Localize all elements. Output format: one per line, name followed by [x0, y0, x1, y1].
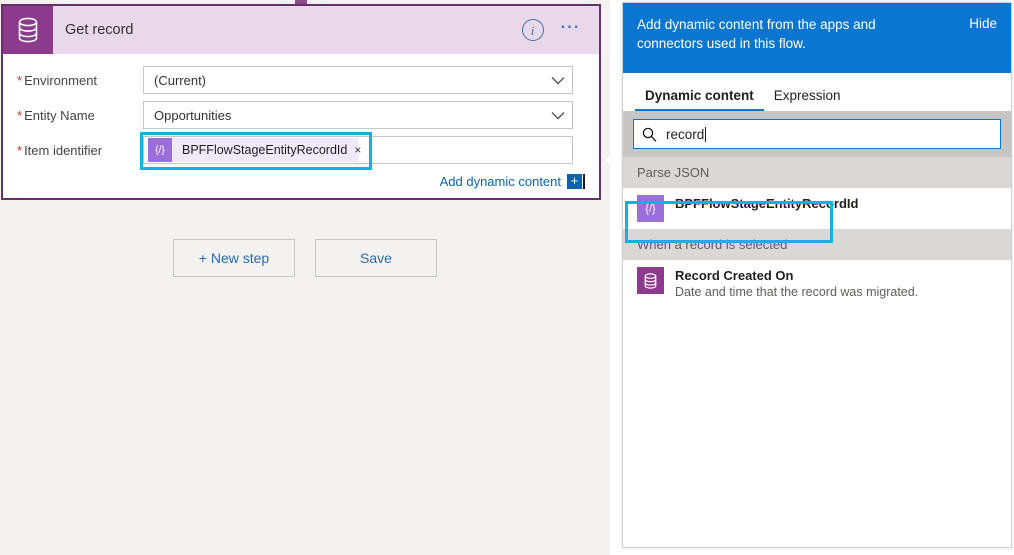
save-button[interactable]: Save [315, 239, 437, 277]
panel-pointer-arrow [606, 149, 617, 171]
info-icon[interactable]: i [522, 19, 544, 41]
panel-header-title: Add dynamic content from the apps and co… [637, 15, 907, 53]
list-item-title: BPFFlowStageEntityRecordId [675, 195, 858, 212]
field-label-text: Item identifier [24, 143, 102, 158]
list-item-body: Record Created On Date and time that the… [675, 267, 918, 301]
required-asterisk: * [17, 73, 22, 88]
add-icon[interactable]: + [567, 174, 582, 189]
panel-header: Add dynamic content from the apps and co… [623, 3, 1011, 73]
environment-dropdown[interactable]: (Current) [143, 66, 573, 94]
action-card-header[interactable]: Get record i ⋯ [3, 6, 599, 54]
add-dynamic-content-link[interactable]: Add dynamic content [440, 174, 561, 189]
environment-value: (Current) [144, 73, 544, 88]
field-label-item-identifier: *Item identifier [3, 143, 143, 158]
list-item-body: BPFFlowStageEntityRecordId [675, 195, 858, 212]
panel-tabs: Dynamic content Expression [623, 73, 1011, 111]
action-card-title: Get record [65, 22, 522, 38]
expression-icon: {/} [637, 195, 664, 222]
search-input-value: record [666, 127, 704, 142]
close-icon[interactable]: × [354, 143, 369, 157]
required-asterisk: * [17, 108, 22, 123]
list-item[interactable]: Record Created On Date and time that the… [623, 260, 1011, 308]
action-card-header-actions: i ⋯ [522, 19, 582, 41]
list-item-title: Record Created On [675, 267, 918, 284]
chevron-down-icon[interactable] [544, 76, 572, 85]
dynamic-content-token[interactable]: {/} BPFFlowStageEntityRecordId × [148, 138, 358, 162]
tab-dynamic-content[interactable]: Dynamic content [635, 88, 764, 111]
get-record-action-card[interactable]: Get record i ⋯ *Environment (Current) [1, 4, 601, 200]
field-row-item-identifier: *Item identifier {/} BPFFlowStageEntityR… [3, 133, 599, 167]
field-row-entity-name: *Entity Name Opportunities [3, 98, 599, 132]
search-input[interactable]: record [633, 119, 1001, 149]
ellipsis-icon[interactable]: ⋯ [560, 22, 582, 38]
entity-name-value: Opportunities [144, 108, 544, 123]
tab-expression[interactable]: Expression [764, 88, 851, 111]
expression-icon: {/} [148, 138, 172, 162]
entity-name-dropdown[interactable]: Opportunities [143, 101, 573, 129]
list-item[interactable]: {/} BPFFlowStageEntityRecordId [623, 188, 1011, 229]
dynamic-content-panel: Add dynamic content from the apps and co… [622, 2, 1012, 548]
field-label-entity-name: *Entity Name [3, 108, 143, 123]
chevron-down-icon[interactable] [544, 111, 572, 120]
action-card-body: *Environment (Current) *Entity Name Oppo… [3, 54, 599, 191]
hide-panel-link[interactable]: Hide [969, 15, 997, 31]
token-label: BPFFlowStageEntityRecordId [172, 143, 354, 157]
database-icon [3, 6, 53, 54]
field-row-environment: *Environment (Current) [3, 63, 599, 97]
item-identifier-input[interactable]: {/} BPFFlowStageEntityRecordId × [143, 136, 573, 164]
new-step-button[interactable]: + New step [173, 239, 295, 277]
search-icon [642, 127, 657, 142]
panel-search-area: record [623, 111, 1011, 157]
database-icon [637, 267, 664, 294]
flow-button-bar: + New step Save [0, 239, 610, 277]
list-item-subtitle: Date and time that the record was migrat… [675, 284, 918, 301]
flow-canvas: Get record i ⋯ *Environment (Current) [0, 0, 610, 555]
field-label-text: Environment [24, 73, 97, 88]
text-cursor [705, 127, 706, 142]
dynamic-content-group-header: When a record is selected [623, 229, 1011, 260]
add-dynamic-content-row: Add dynamic content + [3, 171, 599, 191]
field-label-text: Entity Name [24, 108, 95, 123]
dynamic-content-group-header: Parse JSON [623, 157, 1011, 188]
field-label-environment: *Environment [3, 73, 143, 88]
text-cursor [583, 174, 585, 189]
required-asterisk: * [17, 143, 22, 158]
